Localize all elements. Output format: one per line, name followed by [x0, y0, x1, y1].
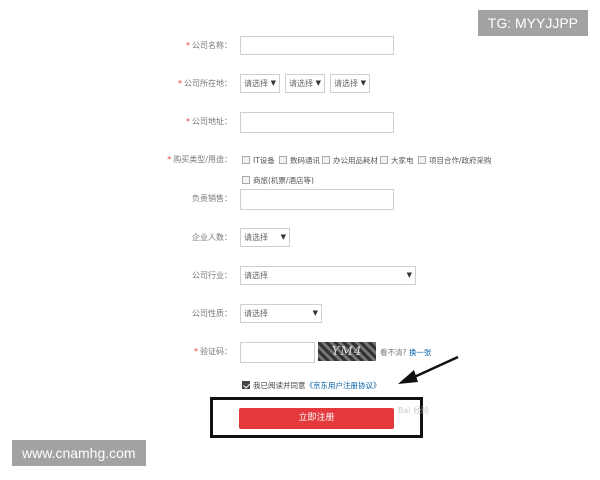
- annotation-arrow: [398, 355, 459, 384]
- site-watermark: www.cnamhg.com: [12, 440, 146, 466]
- tg-label: TG: MYYJJPP: [477, 10, 588, 36]
